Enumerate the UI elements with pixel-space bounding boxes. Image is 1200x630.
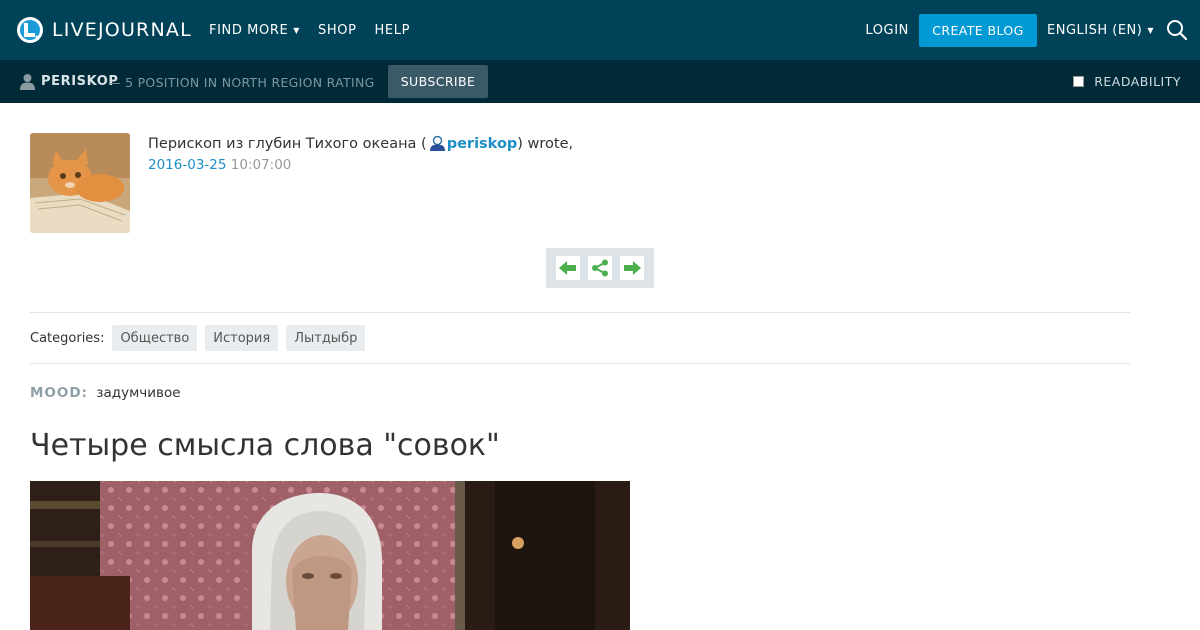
nav-help[interactable]: HELP: [375, 23, 410, 38]
post-mood: MOOD: задумчивое: [30, 385, 181, 401]
language-label: ENGLISH (EN): [1047, 22, 1143, 38]
livejournal-logo-icon: [17, 17, 43, 43]
post-photo[interactable]: [30, 481, 630, 630]
nav-shop[interactable]: SHOP: [318, 23, 357, 38]
categories: Categories: Общество История Лытдыбр: [30, 325, 373, 351]
top-bar: LIVEJOURNAL FIND MORE ▼ SHOP HELP LOGIN …: [0, 0, 1200, 60]
arrow-left-icon: [559, 261, 576, 275]
caret-down-icon: ▼: [1147, 25, 1154, 35]
author-username-link[interactable]: periskop: [447, 136, 518, 152]
post-time: 10:07:00: [230, 157, 292, 173]
right-nav: LOGIN CREATE BLOG ENGLISH (EN) ▼: [865, 0, 1200, 60]
journal-rating[interactable]: — 5 POSITION IN NORTH REGION RATING: [108, 75, 375, 90]
author-avatar[interactable]: [30, 133, 130, 233]
main-nav: FIND MORE ▼ SHOP HELP: [209, 0, 428, 60]
share-button[interactable]: [588, 256, 612, 280]
post-date-link[interactable]: 2016-03-25: [148, 157, 226, 173]
mood-value: задумчивое: [96, 385, 181, 401]
readability-toggle[interactable]: READABILITY: [1073, 74, 1181, 89]
arrow-right-icon: [624, 261, 641, 275]
nav-find-more[interactable]: FIND MORE ▼: [209, 23, 300, 38]
caret-down-icon: ▼: [293, 25, 301, 35]
create-blog-button[interactable]: CREATE BLOG: [919, 13, 1037, 47]
mood-label: MOOD:: [30, 385, 88, 401]
author-suffix: ) wrote,: [517, 135, 574, 152]
author-line: Перископ из глубин Тихого океана ( peris…: [148, 135, 573, 152]
user-profile-icon[interactable]: [429, 135, 446, 152]
subscribe-button[interactable]: SUBSCRIBE: [388, 65, 488, 98]
language-selector[interactable]: ENGLISH (EN) ▼: [1047, 23, 1154, 38]
livejournal-logo[interactable]: LIVEJOURNAL: [16, 15, 192, 45]
post-share-controls: [546, 248, 654, 288]
share-icon: [592, 259, 608, 277]
readability-checkbox[interactable]: [1073, 76, 1085, 87]
author-full-name: Перископ из глубин Тихого океана (: [148, 135, 427, 152]
previous-entry-button[interactable]: [556, 256, 580, 280]
nav-help-label: HELP: [374, 22, 411, 38]
post-title: Четыре смысла слова "совок": [30, 428, 500, 463]
categories-label: Categories:: [30, 330, 105, 346]
next-entry-button[interactable]: [620, 256, 644, 280]
cat-avatar-image: [30, 133, 130, 233]
category-tag[interactable]: История: [205, 325, 279, 351]
divider: [30, 312, 1130, 313]
journal-name-link[interactable]: PERISKOP: [41, 74, 119, 89]
divider: [30, 363, 1130, 364]
post-datetime: 2016-03-25 10:07:00: [148, 157, 291, 173]
readability-label: READABILITY: [1094, 74, 1181, 89]
nav-find-more-label: FIND MORE: [209, 22, 289, 38]
category-tag[interactable]: Лытдыбр: [286, 325, 366, 351]
category-tag[interactable]: Общество: [112, 325, 198, 351]
user-icon: [20, 74, 35, 90]
logo-text: LIVEJOURNAL: [52, 19, 192, 41]
post-photo-image: [30, 481, 630, 630]
search-icon[interactable]: [1166, 19, 1188, 41]
nav-shop-label: SHOP: [318, 22, 357, 38]
login-link[interactable]: LOGIN: [865, 23, 909, 38]
